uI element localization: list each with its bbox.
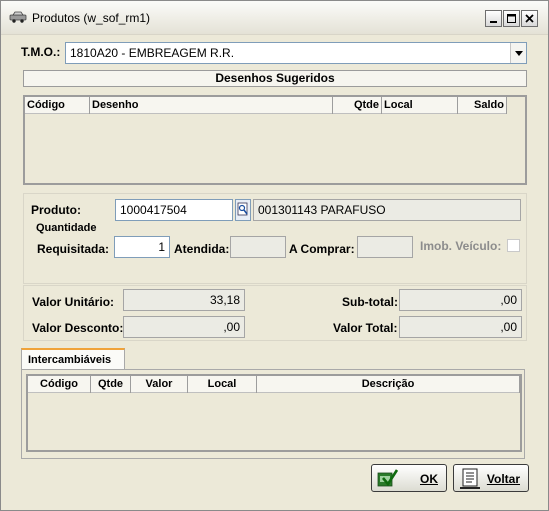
col-codigo[interactable]: Código (25, 97, 90, 114)
produto-lookup-button[interactable] (235, 199, 251, 221)
maximize-button[interactable] (503, 10, 520, 27)
close-button[interactable] (521, 10, 538, 27)
ok-button-label: OK (420, 472, 438, 486)
valor-total-field: ,00 (399, 316, 522, 338)
col-local[interactable]: Local (188, 376, 257, 393)
valor-unitario-label: Valor Unitário: (32, 295, 115, 309)
tmo-value: 1810A20 - EMBREAGEM R.R. (70, 46, 235, 60)
tmo-select[interactable]: 1810A20 - EMBREAGEM R.R. (65, 42, 527, 64)
col-descricao[interactable]: Descrição (257, 376, 520, 393)
col-codigo[interactable]: Código (28, 376, 91, 393)
car-icon (9, 11, 27, 23)
produto-description: 001301143 PARAFUSO (253, 199, 521, 221)
col-saldo[interactable]: Saldo (458, 97, 507, 114)
col-desenho[interactable]: Desenho (90, 97, 333, 114)
chevron-down-icon (515, 51, 523, 56)
voltar-button[interactable]: Voltar (453, 464, 529, 492)
desenhos-grid[interactable]: Código Desenho Qtde Local Saldo (23, 95, 527, 185)
ok-button[interactable]: OK (371, 464, 447, 492)
a-comprar-field (357, 236, 413, 258)
intercambiaveis-grid[interactable]: Código Qtde Valor Local Descrição (26, 374, 522, 452)
tmo-dropdown-button[interactable] (510, 43, 526, 63)
quantidade-group-label: Quantidade (36, 222, 97, 234)
produto-label: Produto: (31, 203, 81, 217)
col-valor[interactable]: Valor (131, 376, 188, 393)
col-qtde[interactable]: Qtde (91, 376, 131, 393)
valor-desconto-label: Valor Desconto: (32, 321, 124, 335)
window-content: T.M.O.: 1810A20 - EMBREAGEM R.R. Desenho… (7, 35, 542, 494)
valor-total-label: Valor Total: (333, 321, 398, 335)
voltar-icon (460, 468, 480, 489)
a-comprar-label: A Comprar: (289, 242, 355, 256)
valor-desconto-field: ,00 (123, 316, 245, 338)
produtos-window: Produtos (w_sof_rm1) T.M.O.: 1810A20 - E… (0, 0, 549, 511)
imob-veiculo-checkbox[interactable] (507, 239, 520, 252)
col-qtde[interactable]: Qtde (333, 97, 382, 114)
desenhos-sugeridos-header: Desenhos Sugeridos (23, 70, 527, 87)
valor-unitario-field: 33,18 (123, 289, 245, 311)
imob-veiculo-label: Imob. Veículo: (420, 239, 502, 253)
close-icon (525, 14, 534, 23)
requisitada-input[interactable]: 1 (114, 236, 170, 258)
produto-code-input[interactable]: 1000417504 (115, 199, 233, 221)
col-local[interactable]: Local (382, 97, 458, 114)
minimize-icon (490, 21, 497, 23)
tmo-label: T.M.O.: (21, 45, 61, 59)
minimize-button[interactable] (485, 10, 502, 27)
atendida-label: Atendida: (174, 242, 230, 256)
title-bar[interactable]: Produtos (w_sof_rm1) (1, 1, 548, 35)
maximize-icon (507, 14, 516, 23)
lookup-icon (237, 202, 248, 216)
window-title: Produtos (w_sof_rm1) (32, 11, 151, 25)
requisitada-label: Requisitada: (37, 242, 110, 256)
tab-intercambiaveis[interactable]: Intercambiáveis (21, 348, 125, 370)
subtotal-field: ,00 (399, 289, 522, 311)
intercambiaveis-grid-header: Código Qtde Valor Local Descrição (28, 376, 520, 393)
atendida-field (230, 236, 286, 258)
desenhos-grid-header: Código Desenho Qtde Local Saldo (25, 97, 507, 114)
check-icon (377, 469, 399, 487)
subtotal-label: Sub-total: (342, 295, 398, 309)
voltar-button-label: Voltar (486, 472, 520, 486)
